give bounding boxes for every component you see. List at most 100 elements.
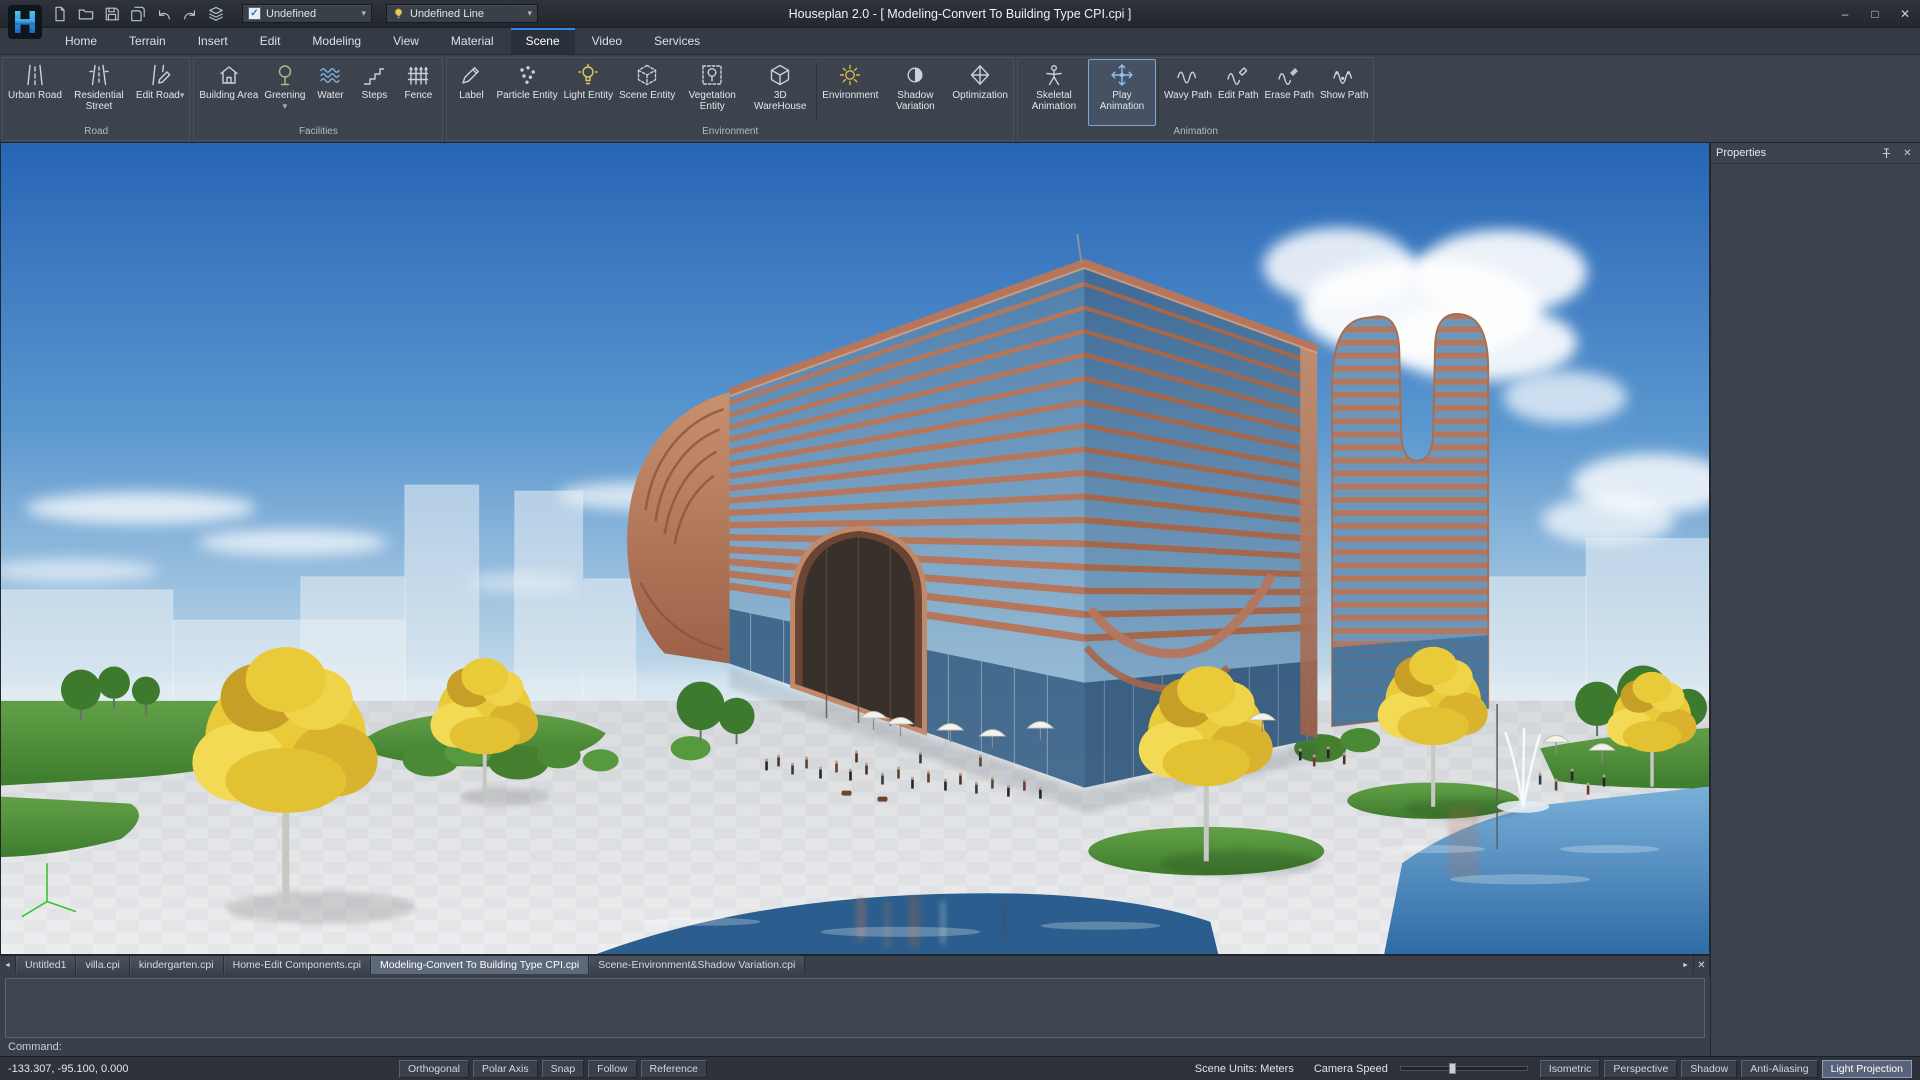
- undo-button[interactable]: [152, 3, 176, 25]
- tab-scene[interactable]: Scene: [511, 28, 575, 54]
- ribbon-button-erase-path[interactable]: Erase Path: [1262, 59, 1317, 126]
- houseplan-logo-icon: [8, 5, 42, 39]
- tab-home[interactable]: Home: [50, 28, 112, 54]
- tab-services[interactable]: Services: [639, 28, 715, 54]
- ribbon-button-steps[interactable]: Steps: [352, 59, 396, 126]
- play-animation-icon: [1110, 63, 1134, 87]
- view-shadow-button[interactable]: Shadow: [1681, 1060, 1737, 1078]
- greening-icon: [273, 63, 297, 87]
- save-button[interactable]: [100, 3, 124, 25]
- ribbon-button-light-entity[interactable]: Light Entity: [561, 59, 616, 126]
- titlebar: ✓ Undefined ▾ Undefined Line ▾ Houseplan…: [0, 0, 1920, 28]
- ribbon-button-label: Edit Path: [1218, 90, 1259, 101]
- ribbon-button-label: Scene Entity: [619, 90, 675, 101]
- pin-panel-button[interactable]: [1879, 146, 1894, 161]
- ribbon-button-environment[interactable]: Environment: [819, 59, 881, 126]
- ribbon-button-scene-entity[interactable]: Scene Entity: [616, 59, 678, 126]
- doc-tab-modeling-convert-building-type[interactable]: Modeling-Convert To Building Type CPI.cp…: [371, 956, 589, 974]
- ribbon-button-building-area[interactable]: Building Area: [196, 59, 261, 126]
- view-anti-aliasing-button[interactable]: Anti-Aliasing: [1741, 1060, 1817, 1078]
- ribbon-button-optimization[interactable]: Optimization: [949, 59, 1011, 126]
- ribbon-button-show-path[interactable]: Show Path: [1317, 59, 1371, 126]
- viewport-3d-scene: [1, 143, 1709, 954]
- tab-scroll-left-icon[interactable]: ◄: [0, 956, 16, 974]
- ribbon-button-greening[interactable]: Greening▾: [261, 59, 308, 126]
- ribbon-group-label: Animation: [1018, 126, 1373, 140]
- ribbon-button-label: Optimization: [952, 90, 1008, 101]
- toggle-orthogonal[interactable]: Orthogonal: [399, 1060, 469, 1078]
- new-file-button[interactable]: [48, 3, 72, 25]
- ribbon-button-label-tool[interactable]: Label: [449, 59, 493, 126]
- save-all-button[interactable]: [126, 3, 150, 25]
- ribbon-button-shadow-variation[interactable]: Shadow Variation: [881, 59, 949, 126]
- command-area: Command:: [0, 974, 1710, 1056]
- ribbon-button-vegetation-entity[interactable]: Vegetation Entity: [678, 59, 746, 126]
- redo-button[interactable]: [178, 3, 202, 25]
- toggle-polar-axis[interactable]: Polar Axis: [473, 1060, 538, 1078]
- ribbon-button-residential-street[interactable]: Residential Street: [65, 59, 133, 126]
- ribbon-group-environment: Label Particle Entity Light Entity Scene…: [446, 57, 1014, 141]
- tab-scroll-right-icon[interactable]: ►: [1678, 956, 1694, 974]
- linetype-dropdown[interactable]: Undefined Line ▾: [386, 4, 538, 23]
- toggle-follow[interactable]: Follow: [588, 1060, 636, 1078]
- statusbar: -133.307, -95.100, 0.000 Orthogonal Pola…: [0, 1056, 1920, 1080]
- residential-street-icon: [87, 63, 111, 87]
- ribbon-button-particle-entity[interactable]: Particle Entity: [493, 59, 560, 126]
- view-light-projection-button[interactable]: Light Projection: [1822, 1060, 1912, 1078]
- view-perspective-button[interactable]: Perspective: [1604, 1060, 1677, 1078]
- ribbon-button-edit-road[interactable]: Edit Road▾: [133, 59, 187, 126]
- window-controls: – □ ✕: [1830, 0, 1920, 27]
- doc-tab-scene-environment-shadow[interactable]: Scene-Environment&Shadow Variation.cpi: [589, 956, 805, 974]
- minimize-button[interactable]: –: [1830, 0, 1860, 27]
- toggle-snap[interactable]: Snap: [542, 1060, 585, 1078]
- ribbon-button-skeletal-animation[interactable]: Skeletal Animation: [1020, 59, 1088, 126]
- ribbon-button-label: Label: [459, 90, 483, 101]
- doc-tab-kindergarten[interactable]: kindergarten.cpi: [130, 956, 224, 974]
- ribbon-button-play-animation[interactable]: Play Animation: [1088, 59, 1156, 126]
- open-file-button[interactable]: [74, 3, 98, 25]
- app-logo: [8, 5, 42, 39]
- ribbon-button-label: Wavy Path: [1164, 90, 1212, 101]
- toggle-reference[interactable]: Reference: [641, 1060, 707, 1078]
- tab-close-icon[interactable]: ✕: [1694, 956, 1710, 974]
- linetype-dropdown-value: Undefined Line: [410, 8, 522, 20]
- ribbon-button-fence[interactable]: Fence: [396, 59, 440, 126]
- tab-video[interactable]: Video: [577, 28, 637, 54]
- doc-tab-villa[interactable]: villa.cpi: [76, 956, 129, 974]
- doc-tab-home-edit-components[interactable]: Home-Edit Components.cpi: [224, 956, 371, 974]
- ribbon-button-water[interactable]: Water: [308, 59, 352, 126]
- ribbon: Urban Road Residential Street Edit Road▾…: [0, 55, 1920, 143]
- tab-edit[interactable]: Edit: [245, 28, 296, 54]
- tab-material[interactable]: Material: [436, 28, 509, 54]
- ribbon-button-urban-road[interactable]: Urban Road: [5, 59, 65, 126]
- command-history-input[interactable]: [5, 978, 1705, 1038]
- ribbon-tab-bar: Home Terrain Insert Edit Modeling View M…: [0, 28, 1920, 55]
- window-title: Houseplan 2.0 - [ Modeling-Convert To Bu…: [789, 0, 1132, 28]
- ribbon-button-3d-warehouse[interactable]: 3D WareHouse: [746, 59, 814, 126]
- tab-view[interactable]: View: [378, 28, 434, 54]
- scene-entity-icon: [635, 63, 659, 87]
- view-isometric-button[interactable]: Isometric: [1540, 1060, 1601, 1078]
- camera-speed-slider[interactable]: [1400, 1066, 1528, 1071]
- close-panel-button[interactable]: ✕: [1900, 146, 1915, 161]
- ribbon-button-wavy-path[interactable]: Wavy Path: [1161, 59, 1215, 126]
- ribbon-button-edit-path[interactable]: Edit Path: [1215, 59, 1262, 126]
- particle-entity-icon: [515, 63, 539, 87]
- layers-button[interactable]: [204, 3, 228, 25]
- tab-terrain[interactable]: Terrain: [114, 28, 181, 54]
- tab-insert[interactable]: Insert: [183, 28, 243, 54]
- viewport-3d[interactable]: [0, 143, 1710, 955]
- ribbon-group-animation: Skeletal Animation Play Animation Wavy P…: [1017, 57, 1374, 141]
- ribbon-button-label: Environment: [822, 90, 878, 101]
- doc-tab-untitled1[interactable]: Untitled1: [16, 956, 76, 974]
- maximize-button[interactable]: □: [1860, 0, 1890, 27]
- close-button[interactable]: ✕: [1890, 0, 1920, 27]
- properties-panel: Properties ✕: [1710, 143, 1920, 1056]
- cursor-coordinates: -133.307, -95.100, 0.000: [8, 1063, 233, 1075]
- camera-speed-slider-thumb[interactable]: [1449, 1063, 1456, 1074]
- scene-units-label: Scene Units: Meters: [1195, 1063, 1294, 1075]
- layer-dropdown[interactable]: ✓ Undefined ▾: [242, 4, 372, 23]
- ribbon-button-label: Water: [317, 90, 343, 101]
- tab-modeling[interactable]: Modeling: [297, 28, 376, 54]
- ribbon-button-label: Skeletal Animation: [1023, 90, 1085, 112]
